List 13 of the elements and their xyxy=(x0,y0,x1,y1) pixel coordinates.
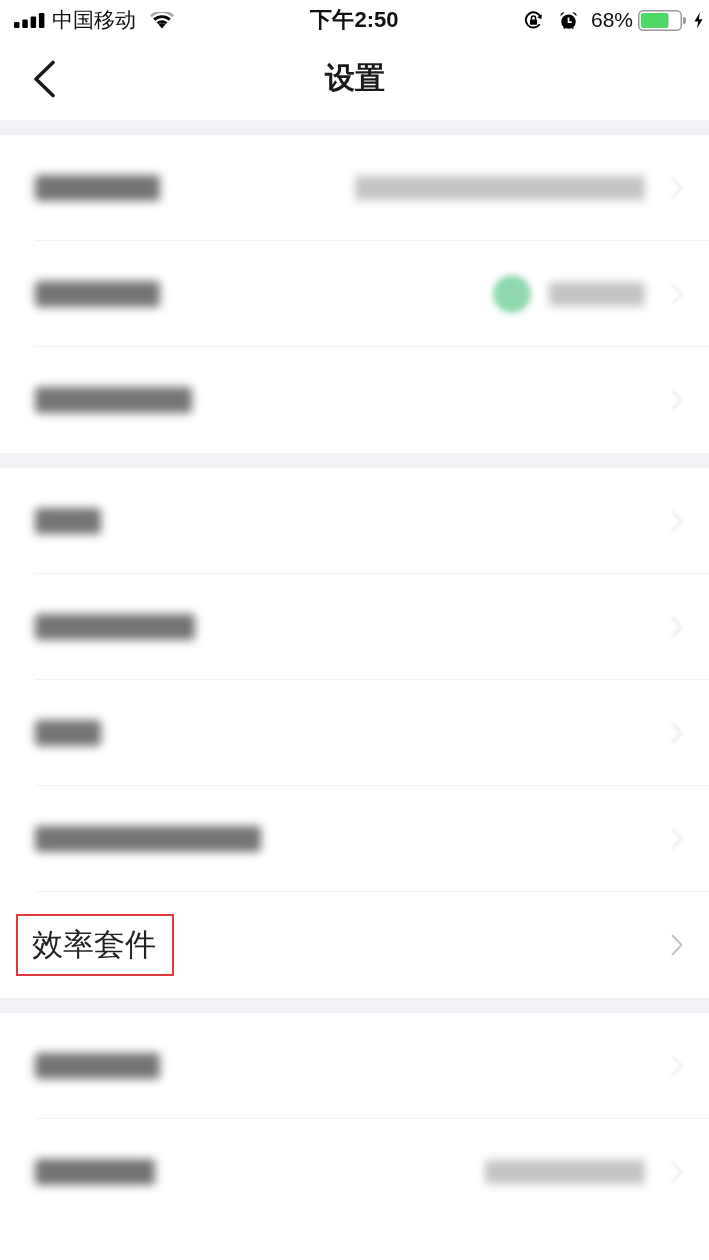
carrier-name: 中国移动 xyxy=(52,7,136,33)
wifi-icon xyxy=(150,11,174,29)
signal-bars-icon xyxy=(14,12,45,28)
menu-item-label[interactable]: 效率套件 xyxy=(32,929,156,961)
charging-bolt-icon xyxy=(694,11,703,29)
battery-icon xyxy=(638,9,686,31)
page-title: 设置 xyxy=(324,59,385,96)
alarm-clock-icon xyxy=(558,10,578,30)
status-time: 下午2:50 xyxy=(310,6,399,34)
back-chevron-icon xyxy=(32,60,56,98)
battery-percentage: 68% xyxy=(590,8,633,32)
chevron-right-icon xyxy=(671,934,683,956)
orientation-lock-icon xyxy=(523,10,543,30)
